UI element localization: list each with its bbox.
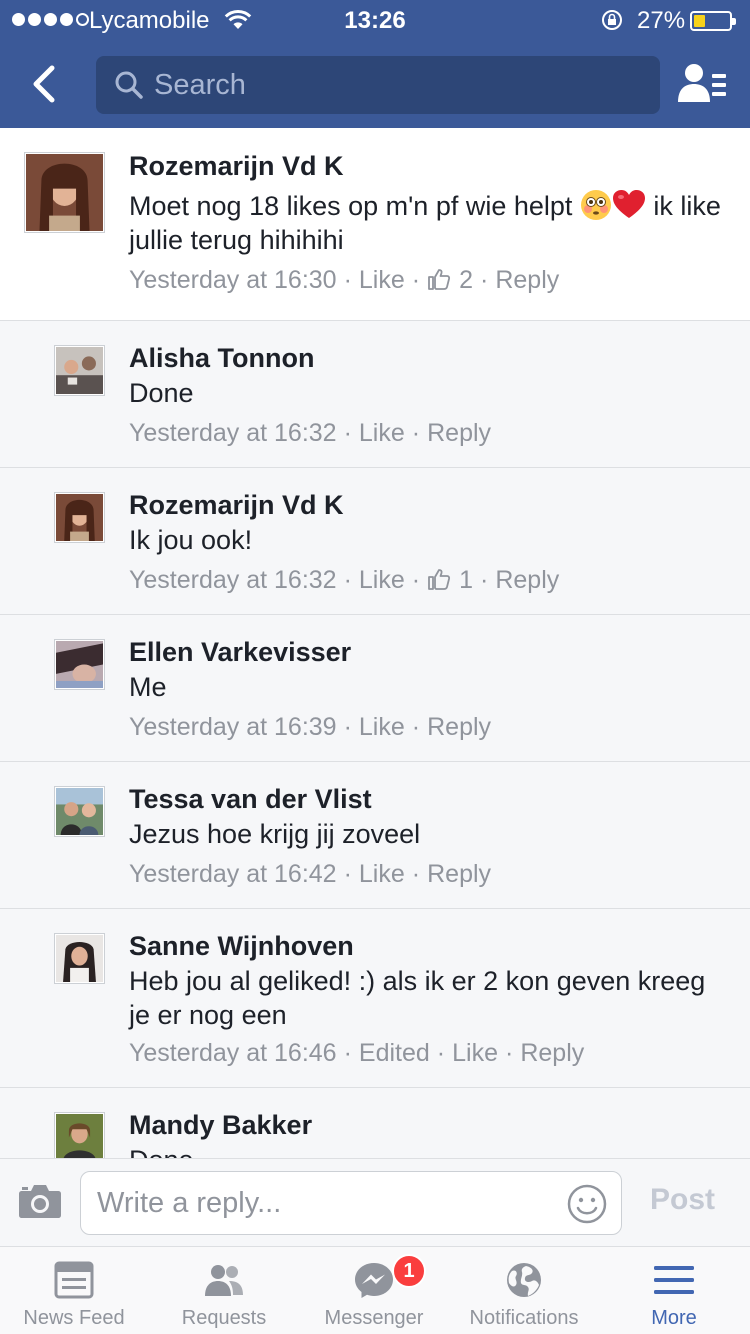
comment-author[interactable]: Mandy Bakker [129,1110,312,1141]
friends-list-icon[interactable] [676,62,728,106]
search-icon [115,71,143,99]
comment-time[interactable]: Yesterday at 16:32 [129,419,337,447]
tab-more[interactable]: More [600,1247,748,1334]
comment-thread: Rozemarijn Vd K Moet nog 18 likes op m'n… [0,128,750,1158]
like-count-icon [428,569,451,590]
avatar[interactable] [54,345,105,396]
tab-messenger[interactable]: 1 Messenger [300,1247,448,1334]
reply-button[interactable]: Reply [495,266,559,294]
tab-label: Messenger [324,1307,424,1329]
comment-author[interactable]: Sanne Wijnhoven [129,931,354,962]
hamburger-menu-icon [654,1266,694,1294]
like-count[interactable]: 1 [459,566,473,594]
rotation-lock-icon [602,10,622,30]
comment-time[interactable]: Yesterday at 16:42 [129,860,337,888]
notification-badge: 1 [392,1254,426,1288]
avatar[interactable] [54,492,105,543]
comment-text: Moet nog 18 likes op m'n pf wie helpt ik… [129,190,721,255]
comment-time[interactable]: Yesterday at 16:30 [129,266,337,294]
battery-icon [690,11,736,31]
comment-time[interactable]: Yesterday at 16:46 [129,1039,337,1067]
comment-meta: Yesterday at 16:39 · Like · Reply [129,713,492,741]
comment-reply: Sanne Wijnhoven Heb jou al geliked! :) a… [0,909,750,1088]
comment-text: Ik jou ook! [129,525,253,555]
tab-requests[interactable]: Requests [150,1247,298,1334]
comment-author[interactable]: Rozemarijn Vd K [129,490,344,521]
comment-reply: Ellen Varkevisser Me Yesterday at 16:39 ·… [0,615,750,762]
comment-text: Heb jou al geliked! :) als ik er 2 kon g… [129,966,706,1030]
reply-input[interactable] [97,1172,557,1234]
news-feed-icon [54,1261,94,1299]
comment-reply: Rozemarijn Vd K Ik jou ook! Yesterday at… [0,468,750,615]
red-heart-emoji [612,190,645,218]
friend-requests-icon [205,1265,243,1296]
like-button[interactable]: Like [359,566,405,594]
comment-time[interactable]: Yesterday at 16:32 [129,566,337,594]
sticker-emoji-icon[interactable] [567,1184,607,1224]
comment-time[interactable]: Yesterday at 16:39 [129,713,337,741]
battery-percentage: 27% [637,7,686,34]
tab-label: Requests [181,1307,267,1329]
comment-text: Done [129,1143,729,1158]
comment-meta: Yesterday at 16:32 · Like · Reply [129,419,492,447]
search-input[interactable] [154,56,634,114]
comment-text: Done [129,378,194,408]
comment-text: Jezus hoe krijg jij zoveel [129,819,421,849]
like-button[interactable]: Like [359,713,405,741]
globe-icon [507,1263,541,1297]
like-count[interactable]: 2 [459,266,473,294]
avatar[interactable] [54,786,105,837]
comment-item: Rozemarijn Vd K Moet nog 18 likes op m'n… [0,128,750,321]
comment-reply: Alisha Tonnon Done Yesterday at 16:32 · Li… [0,321,750,468]
reply-button[interactable]: Reply [427,860,491,888]
like-button[interactable]: Like [359,266,405,294]
comment-meta: Yesterday at 16:32 · Like · 1 · Reply [129,566,560,594]
tab-label: News Feed [23,1307,125,1329]
avatar[interactable] [54,1112,105,1158]
status-bar: Lycamobile 13:26 27% [0,0,750,40]
comment-reply: Mandy Bakker Done [0,1088,750,1158]
bottom-tab-bar: News Feed Requests 1 Messenger Notificat… [0,1246,750,1334]
comment-meta: Yesterday at 16:42 · Like · Reply [129,860,492,888]
reply-button[interactable]: Reply [495,566,559,594]
reply-button[interactable]: Reply [427,419,491,447]
like-button[interactable]: Like [359,419,405,447]
camera-icon[interactable] [18,1181,62,1219]
comment-meta: Yesterday at 16:46 · Edited · Like · Reply [129,1039,585,1067]
comment-reply: Tessa van der Vlist Jezus hoe krijg jij … [0,762,750,909]
reply-input-wrapper[interactable] [80,1171,622,1235]
edited-label[interactable]: Edited [359,1039,430,1067]
reply-button[interactable]: Reply [520,1039,584,1067]
flushed-face-emoji [580,190,611,220]
like-count-icon [428,269,451,290]
comment-author[interactable]: Alisha Tonnon [129,343,314,374]
tab-label: Notifications [469,1307,579,1329]
tab-news-feed[interactable]: News Feed [0,1247,148,1334]
avatar[interactable] [54,933,105,984]
like-button[interactable]: Like [452,1039,498,1067]
post-button[interactable]: Post [650,1183,715,1217]
comment-meta: Yesterday at 16:30 · Like · 2 · Reply [129,266,560,294]
comment-author[interactable]: Tessa van der Vlist [129,784,372,815]
comment-author[interactable]: Rozemarijn Vd K [129,151,344,182]
tab-label: More [651,1307,697,1329]
app-header: Lycamobile 13:26 27% [0,0,750,128]
back-arrow-icon[interactable] [26,62,62,106]
search-bar[interactable] [96,56,660,114]
reply-composer: Post [0,1158,750,1246]
reply-button[interactable]: Reply [427,713,491,741]
tab-notifications[interactable]: Notifications [450,1247,598,1334]
like-button[interactable]: Like [359,860,405,888]
messenger-icon [355,1263,393,1298]
avatar[interactable] [24,152,105,233]
avatar[interactable] [54,639,105,690]
comment-text: Me [129,672,167,702]
comment-author[interactable]: Ellen Varkevisser [129,637,351,668]
